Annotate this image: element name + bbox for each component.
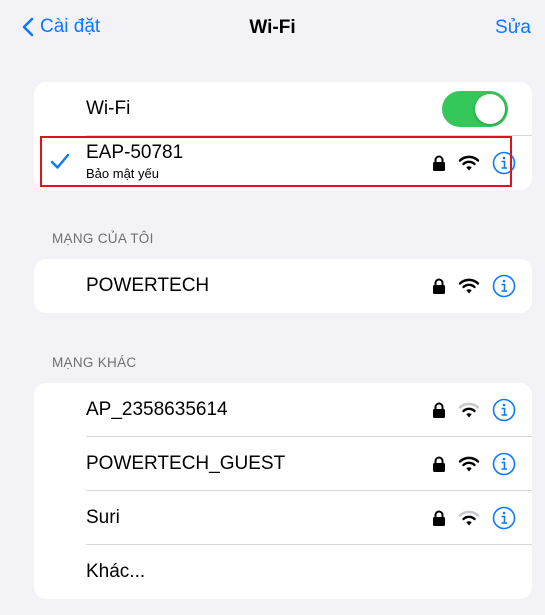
- wifi-icon: [458, 456, 480, 472]
- network-name: AP_2358635614: [86, 399, 228, 420]
- wifi-card: Wi-Fi EAP-50781 Bảo mật yếu: [34, 82, 532, 190]
- network-icons: [432, 398, 516, 422]
- info-icon[interactable]: [492, 398, 516, 422]
- connected-network-subtitle: Bảo mật yếu: [86, 166, 159, 181]
- other-networks-header: MẠNG KHÁC: [52, 355, 137, 370]
- wifi-icon: [458, 278, 480, 294]
- connected-network-name: EAP-50781: [86, 142, 184, 163]
- wifi-weak-icon: [458, 402, 480, 418]
- info-icon[interactable]: [492, 274, 516, 298]
- wifi-icon: [458, 155, 480, 171]
- network-name: POWERTECH_GUEST: [86, 453, 286, 474]
- lock-icon: [433, 155, 445, 171]
- connected-network-icons: [432, 151, 516, 175]
- page-title: Wi-Fi: [249, 17, 296, 38]
- wifi-toggle-row: Wi-Fi: [34, 82, 532, 136]
- lock-icon: [433, 510, 445, 526]
- other-network-row[interactable]: Khác...: [34, 545, 532, 599]
- other-networks-card: AP_2358635614 POWERTECH_GUEST Suri Khác.…: [34, 383, 532, 599]
- checkmark-icon: [50, 153, 70, 169]
- wifi-toggle-label: Wi-Fi: [86, 98, 131, 119]
- info-icon[interactable]: [492, 151, 516, 175]
- lock-icon: [433, 456, 445, 472]
- network-name: Suri: [86, 507, 120, 528]
- my-networks-header: MẠNG CỦA TÔI: [52, 231, 154, 246]
- info-icon[interactable]: [492, 506, 516, 530]
- network-icons: [432, 452, 516, 476]
- wifi-toggle[interactable]: [442, 91, 508, 127]
- network-row-ap[interactable]: AP_2358635614: [34, 383, 532, 437]
- other-network-label: Khác...: [86, 561, 146, 582]
- navigation-bar: Cài đặt Wi-Fi Sửa: [0, 0, 545, 58]
- network-name: POWERTECH: [86, 275, 210, 296]
- lock-icon: [433, 402, 445, 418]
- info-icon[interactable]: [492, 452, 516, 476]
- toggle-knob: [475, 94, 505, 124]
- connected-network-labels: EAP-50781 Bảo mật yếu: [86, 142, 183, 181]
- lock-icon: [433, 278, 445, 294]
- network-row-powertech[interactable]: POWERTECH: [34, 259, 532, 313]
- network-icons: [432, 506, 516, 530]
- network-row-powertech-guest[interactable]: POWERTECH_GUEST: [34, 437, 532, 491]
- edit-button[interactable]: Sửa: [495, 17, 531, 39]
- my-networks-card: POWERTECH: [34, 259, 532, 313]
- network-row-suri[interactable]: Suri: [34, 491, 532, 545]
- connected-network-row[interactable]: EAP-50781 Bảo mật yếu: [34, 136, 532, 190]
- wifi-weak-icon: [458, 510, 480, 526]
- network-icons: [432, 274, 516, 298]
